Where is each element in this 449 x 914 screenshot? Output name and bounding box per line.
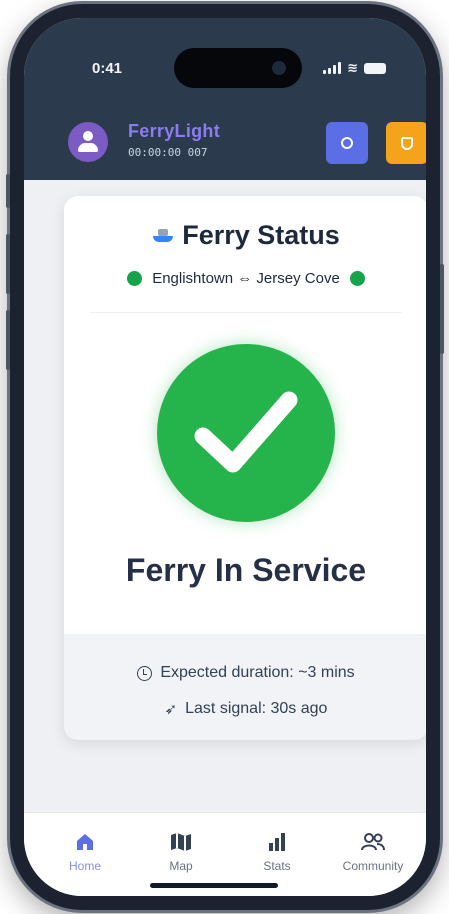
refresh-icon bbox=[341, 137, 353, 149]
bottom-nav: Home Map Stats Community bbox=[24, 812, 426, 896]
phone-frame: 0:41 ≋ FerryLight 00:00:00 007 Ferry Sta… bbox=[6, 4, 444, 910]
route-end-dot bbox=[349, 271, 365, 286]
clock-icon bbox=[137, 665, 153, 681]
screen: 0:41 ≋ FerryLight 00:00:00 007 Ferry Sta… bbox=[24, 18, 426, 896]
nav-label-home: Home bbox=[68, 859, 101, 873]
community-icon bbox=[328, 831, 418, 853]
divider bbox=[90, 312, 402, 313]
battery-icon bbox=[364, 62, 386, 74]
route: Englishtown ⇔ Jersey Cove bbox=[64, 270, 426, 287]
app-header: 0:41 ≋ FerryLight 00:00:00 007 bbox=[24, 18, 426, 180]
camera-icon bbox=[272, 61, 286, 75]
service-status-text: Ferry In Service bbox=[125, 552, 367, 588]
route-text: Englishtown ⇔ Jersey Cove bbox=[152, 270, 340, 287]
home-indicator[interactable] bbox=[150, 883, 278, 888]
stats-icon bbox=[232, 831, 322, 853]
wifi-icon: ≋ bbox=[347, 60, 358, 75]
cellular-signal-icon bbox=[323, 62, 342, 74]
card-title: Ferry Status bbox=[64, 220, 426, 251]
user-icon bbox=[83, 131, 93, 141]
mute-switch bbox=[6, 174, 10, 208]
status-check-icon bbox=[157, 344, 335, 522]
last-signal-row: ➶ Last signal: 30s ago bbox=[64, 700, 426, 718]
ferry-status-card: Ferry Status Englishtown ⇔ Jersey Cove F… bbox=[64, 196, 426, 740]
home-icon bbox=[40, 831, 130, 853]
shield-icon bbox=[401, 136, 413, 150]
nav-item-community[interactable]: Community bbox=[328, 831, 418, 873]
card-footer: Expected duration: ~3 mins ➶ Last signal… bbox=[64, 634, 426, 740]
expected-duration-row: Expected duration: ~3 mins bbox=[64, 664, 426, 682]
ship-icon bbox=[152, 226, 174, 246]
volume-up-button bbox=[6, 234, 10, 294]
send-icon: ➶ bbox=[164, 701, 178, 718]
card-title-text: Ferry Status bbox=[182, 220, 340, 250]
last-signal-text: Last signal: 30s ago bbox=[185, 700, 328, 717]
map-icon bbox=[136, 831, 226, 853]
refresh-button[interactable] bbox=[326, 122, 368, 164]
avatar[interactable] bbox=[68, 122, 108, 162]
nav-item-stats[interactable]: Stats bbox=[232, 831, 322, 873]
app-name: FerryLight bbox=[128, 121, 221, 141]
volume-down-button bbox=[6, 310, 10, 370]
alerts-button[interactable] bbox=[386, 122, 426, 164]
nav-label-community: Community bbox=[342, 859, 404, 873]
nav-label-stats: Stats bbox=[263, 859, 291, 873]
status-icons: ≋ bbox=[323, 60, 386, 76]
route-start-dot bbox=[127, 271, 143, 286]
nav-item-map[interactable]: Map bbox=[136, 831, 226, 873]
dynamic-island bbox=[174, 48, 302, 88]
status-time: 0:41 bbox=[92, 60, 123, 77]
expected-duration-text: Expected duration: ~3 mins bbox=[160, 664, 355, 681]
nav-label-map: Map bbox=[169, 859, 193, 873]
nav-item-home[interactable]: Home bbox=[40, 831, 130, 873]
app-subtitle: 00:00:00 007 bbox=[128, 146, 208, 159]
power-button bbox=[440, 264, 444, 354]
